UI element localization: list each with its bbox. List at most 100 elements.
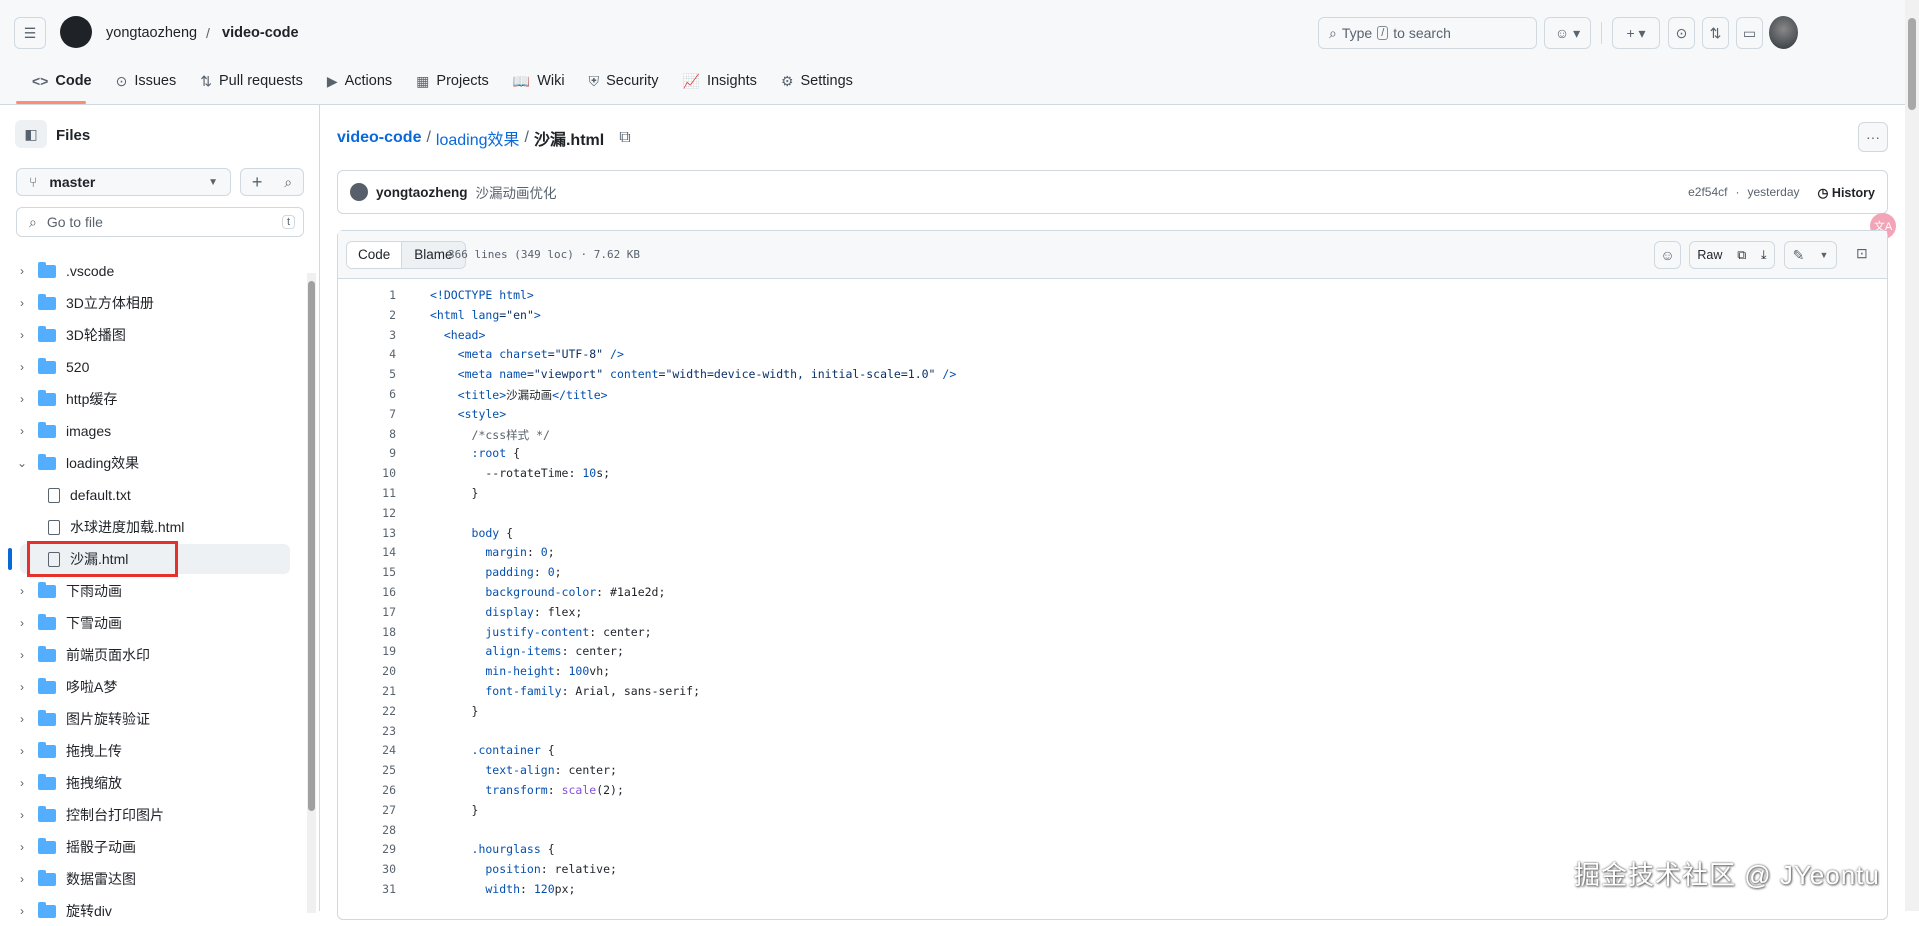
avatar[interactable] — [1769, 16, 1798, 49]
line-number[interactable]: 30 — [340, 862, 396, 876]
issues-button[interactable]: ⊙ — [1668, 17, 1695, 49]
collapse-sidebar-button[interactable]: ◧ — [15, 120, 47, 148]
line-number[interactable]: 15 — [340, 565, 396, 579]
file-tree-folder[interactable]: › http缓存 — [12, 384, 290, 414]
chevron-right-icon[interactable]: › — [12, 680, 32, 694]
raw-button[interactable]: Raw — [1697, 248, 1722, 262]
tab-wiki[interactable]: 📖 Wiki — [503, 68, 575, 94]
chevron-down-icon[interactable]: ⌄ — [12, 456, 32, 470]
line-number[interactable]: 8 — [340, 427, 396, 441]
line-number[interactable]: 31 — [340, 882, 396, 896]
line-number[interactable]: 22 — [340, 704, 396, 718]
tab-issues[interactable]: ⊙ Issues — [106, 68, 187, 94]
line-number[interactable]: 6 — [340, 387, 396, 401]
file-tree-folder[interactable]: › 哆啦A梦 — [12, 672, 290, 702]
download-icon[interactable]: ⤓ — [1761, 248, 1767, 263]
file-tree-folder[interactable]: › 数据雷达图 — [12, 864, 290, 894]
tab-insights[interactable]: 📈 Insights — [673, 68, 767, 94]
pencil-icon[interactable]: ✎ — [1793, 247, 1805, 264]
file-tree-folder[interactable]: › 前端页面水印 — [12, 640, 290, 670]
line-number[interactable]: 2 — [340, 308, 396, 322]
tab-code[interactable]: Code — [347, 242, 403, 268]
line-number[interactable]: 10 — [340, 466, 396, 480]
chevron-right-icon[interactable]: › — [12, 328, 32, 342]
go-to-file-input[interactable]: ⌕ Go to file t — [16, 207, 304, 237]
chevron-right-icon[interactable]: › — [12, 296, 32, 310]
branch-select[interactable]: ⑂ master ▼ — [16, 168, 231, 196]
chevron-right-icon[interactable]: › — [12, 744, 32, 758]
commit-sha[interactable]: e2f54cf — [1688, 185, 1727, 199]
line-number[interactable]: 12 — [340, 506, 396, 520]
line-number[interactable]: 25 — [340, 763, 396, 777]
file-tree-folder[interactable]: › 3D立方体相册 — [12, 288, 290, 318]
line-number[interactable]: 5 — [340, 367, 396, 381]
line-number[interactable]: 18 — [340, 625, 396, 639]
line-number[interactable]: 14 — [340, 545, 396, 559]
line-number[interactable]: 16 — [340, 585, 396, 599]
file-tree-folder[interactable]: › 摇骰子动画 — [12, 832, 290, 862]
file-tree-file[interactable]: default.txt — [12, 480, 290, 510]
file-tree-folder[interactable]: › 控制台打印图片 — [12, 800, 290, 830]
chevron-right-icon[interactable]: › — [12, 360, 32, 374]
line-number[interactable]: 24 — [340, 743, 396, 757]
sidebar-scrollbar[interactable] — [307, 273, 316, 913]
file-tree-folder[interactable]: › 下雨动画 — [12, 576, 290, 606]
github-logo-icon[interactable] — [60, 16, 92, 48]
line-number[interactable]: 21 — [340, 684, 396, 698]
chevron-right-icon[interactable]: › — [12, 424, 32, 438]
tab-settings[interactable]: ⚙ Settings — [771, 68, 863, 94]
chevron-right-icon[interactable]: › — [12, 616, 32, 630]
line-number[interactable]: 19 — [340, 644, 396, 658]
tab-code[interactable]: <> Code — [22, 68, 102, 94]
page-scrollbar[interactable] — [1905, 0, 1919, 911]
chevron-right-icon[interactable]: › — [12, 584, 32, 598]
copy-icon[interactable]: ⧉ — [1737, 248, 1746, 263]
create-new-button[interactable]: + ▾ — [1612, 17, 1660, 49]
line-number[interactable]: 23 — [340, 724, 396, 738]
line-number[interactable]: 13 — [340, 526, 396, 540]
line-number[interactable]: 11 — [340, 486, 396, 500]
file-tree-folder[interactable]: › .vscode — [12, 256, 290, 286]
copy-path-icon[interactable]: ⧉ — [619, 129, 630, 147]
line-number[interactable]: 29 — [340, 842, 396, 856]
chevron-down-icon[interactable]: ▼ — [1819, 250, 1828, 260]
line-number[interactable]: 7 — [340, 407, 396, 421]
inbox-button[interactable]: ▭ — [1736, 17, 1763, 49]
tab-projects[interactable]: ▦ Projects — [406, 68, 499, 94]
chevron-right-icon[interactable]: › — [12, 808, 32, 822]
chevron-right-icon[interactable]: › — [12, 392, 32, 406]
line-number[interactable]: 26 — [340, 783, 396, 797]
menu-button[interactable]: ☰ — [14, 17, 46, 49]
history-button[interactable]: ◷ History — [1818, 185, 1875, 200]
tab-security[interactable]: ⛨ Security — [579, 68, 669, 94]
line-number[interactable]: 27 — [340, 803, 396, 817]
line-number[interactable]: 20 — [340, 664, 396, 678]
line-number[interactable]: 1 — [340, 288, 396, 302]
commit-author[interactable]: yongtaozheng — [376, 185, 468, 200]
file-tree-folder[interactable]: › 拖拽缩放 — [12, 768, 290, 798]
commit-message[interactable]: 沙漏动画优化 — [476, 182, 557, 202]
tab-actions[interactable]: ▶ Actions — [317, 68, 402, 94]
file-tree-folder[interactable]: ⌄ loading效果 — [12, 448, 290, 478]
tab-pull-requests[interactable]: ⇅ Pull requests — [190, 68, 313, 94]
chevron-right-icon[interactable]: › — [12, 840, 32, 854]
file-tree-folder[interactable]: › 下雪动画 — [12, 608, 290, 638]
line-number[interactable]: 9 — [340, 446, 396, 460]
breadcrumb-folder-link[interactable]: loading效果 — [436, 126, 520, 150]
file-tree-folder[interactable]: › 520 — [12, 352, 290, 382]
breadcrumb-repo-link[interactable]: video-code — [337, 129, 421, 147]
more-options-button[interactable]: ··· — [1858, 122, 1888, 152]
line-number[interactable]: 3 — [340, 328, 396, 342]
file-tree-folder[interactable]: › 旋转div — [12, 896, 290, 926]
file-tree-file[interactable]: 水球进度加载.html — [12, 512, 290, 542]
search-input[interactable]: ⌕ Type / to search — [1318, 17, 1537, 49]
line-number[interactable]: 4 — [340, 347, 396, 361]
file-tree-folder[interactable]: › images — [12, 416, 290, 446]
chevron-right-icon[interactable]: › — [12, 264, 32, 278]
copilot-button[interactable]: ☺ — [1654, 241, 1681, 269]
add-file-icon[interactable]: + — [252, 172, 263, 193]
repo-link[interactable]: video-code — [222, 25, 299, 41]
chevron-right-icon[interactable]: › — [12, 648, 32, 662]
file-tree-folder[interactable]: › 图片旋转验证 — [12, 704, 290, 734]
copilot-button[interactable]: ☺ ▾ — [1544, 17, 1591, 49]
